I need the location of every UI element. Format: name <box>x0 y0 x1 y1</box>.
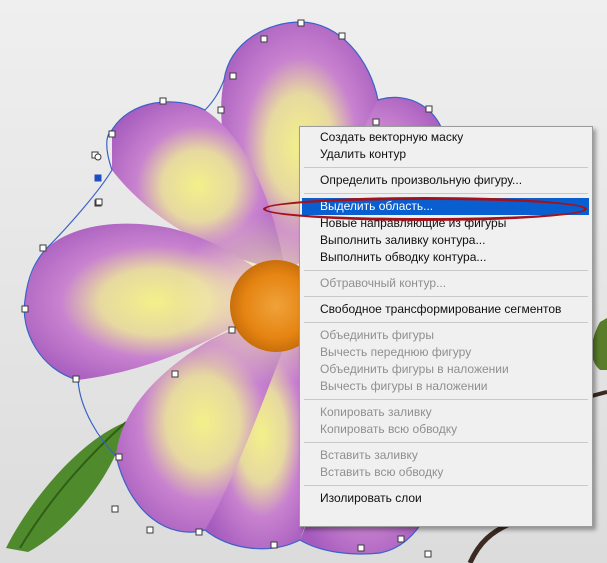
menu-separator <box>304 270 588 271</box>
menu-separator <box>304 193 588 194</box>
menu-item[interactable]: Изолировать слои <box>300 490 592 507</box>
context-menu: Создать векторную маску Удалить контур Опр… <box>299 126 593 527</box>
menu-item[interactable]: Выполнить заливку контура... <box>300 232 592 249</box>
menu-item[interactable]: Удалить контур <box>300 146 592 163</box>
menu-item: Объединить фигуры в наложении <box>320 362 509 376</box>
menu-item[interactable]: Создать векторную маску <box>300 129 592 146</box>
menu-item: Вычесть фигуры в наложении <box>320 379 488 393</box>
menu-item[interactable]: Выделить область... <box>302 198 589 215</box>
menu-separator <box>304 485 588 486</box>
menu-item: Копировать всю обводку <box>320 422 458 436</box>
menu-item: Вставить заливку <box>320 448 418 462</box>
menu-item: Обтравочный контур... <box>320 276 447 290</box>
menu-item[interactable]: Выполнить обводку контура... <box>300 249 592 266</box>
menu-item: Копировать заливку <box>320 405 432 419</box>
menu-item[interactable]: Новые направляющие из фигуры <box>300 215 592 232</box>
menu-separator <box>304 296 588 297</box>
menu-separator <box>304 399 588 400</box>
menu-separator <box>304 322 588 323</box>
menu-separator <box>304 167 588 168</box>
selected-anchor-point-icon[interactable] <box>94 174 102 182</box>
menu-item: Объединить фигуры <box>320 328 434 342</box>
menu-item[interactable]: Свободное трансформирование сегментов <box>300 301 592 318</box>
menu-item: Вставить всю обводку <box>320 465 444 479</box>
menu-separator <box>304 442 588 443</box>
menu-item: Вычесть переднюю фигуру <box>320 345 472 359</box>
menu-item[interactable]: Определить произвольную фигуру... <box>300 172 592 189</box>
